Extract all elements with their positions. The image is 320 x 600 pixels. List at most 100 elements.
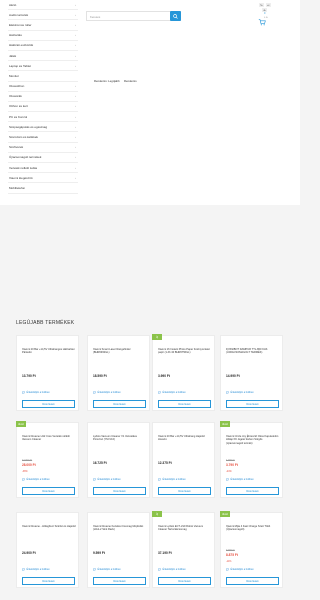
chevron-right-icon: › bbox=[75, 12, 76, 17]
chat-icon bbox=[158, 568, 161, 571]
details-button[interactable]: Részletek bbox=[22, 487, 75, 495]
chat-icon bbox=[158, 478, 161, 481]
lang-hu[interactable]: hu bbox=[259, 3, 264, 7]
sidebar-item[interactable]: Vezeték nélküli tudás › bbox=[8, 163, 78, 174]
sidebar-item[interactable]: Hálózati eszközök › bbox=[8, 41, 78, 51]
details-button[interactable]: Részletek bbox=[158, 577, 211, 585]
sidebar-item[interactable]: Akció › bbox=[8, 0, 78, 11]
details-button[interactable]: Részletek bbox=[22, 577, 75, 585]
details-button[interactable]: Részletek bbox=[93, 400, 146, 408]
chat-icon bbox=[93, 568, 96, 571]
availability-text: Érdeklődjön a boltban bbox=[230, 478, 254, 481]
product-card[interactable]: Akció Xiaomi Mijia 4 Fast Charge Szett Tö… bbox=[220, 511, 283, 588]
product-name[interactable]: Xiaomi Mijia 4 Fast Charge Szett Töltő (… bbox=[226, 525, 280, 532]
sidebar-item[interactable]: Szerszám és kellékek › bbox=[8, 132, 78, 143]
product-name[interactable]: FOSSIBOT DAMPUR TTL-800 KAS (ÚJRACSOMAGO… bbox=[226, 348, 280, 355]
product-badge: Új bbox=[152, 511, 162, 517]
product-old-price: 9.990 Ft bbox=[226, 549, 235, 552]
sidebar-item[interactable]: Okosotthon › bbox=[8, 82, 78, 92]
sidebar-item[interactable]: PC és Konzol › bbox=[8, 112, 78, 123]
availability: Érdeklődjön a boltban bbox=[93, 568, 121, 571]
product-card[interactable]: Akció Xiaomi Dreame H12 Core Vezeték nélk… bbox=[16, 421, 79, 498]
details-button[interactable]: Részletek bbox=[22, 400, 75, 408]
product-name[interactable]: Xiaomi 20 Bar +14,5V Ultrahangos Háztart… bbox=[22, 348, 76, 355]
sidebar-item[interactable]: Otthon és kert › bbox=[8, 102, 78, 113]
product-price: 13.790 Ft bbox=[22, 374, 36, 378]
chevron-right-icon: › bbox=[75, 145, 76, 150]
details-button[interactable]: Részletek bbox=[226, 400, 279, 408]
sidebar-item[interactable]: Szoftverek › bbox=[8, 143, 78, 153]
lang-en[interactable]: en bbox=[266, 3, 271, 7]
sidebar-item-label: Vezeték nélküli tudás bbox=[9, 165, 38, 170]
product-card[interactable]: Akció Xiaomi Circle Joy Ébresztő Okos Kap… bbox=[220, 421, 283, 498]
availability-text: Érdeklődjön a boltban bbox=[162, 568, 186, 571]
product-name[interactable]: Xiaomi Smart Laser Rangefinder (BHR6393G… bbox=[93, 348, 147, 355]
sidebar-item[interactable]: Újracsomagolt termékek › bbox=[8, 153, 78, 163]
sidebar-item[interactable]: Mobiltelefon bbox=[8, 183, 78, 194]
details-button[interactable]: Részletek bbox=[226, 487, 279, 495]
details-button[interactable]: Részletek bbox=[93, 577, 146, 585]
product-price: 9.599 Ft bbox=[93, 551, 105, 555]
header-area: Akció › Audió tartozék › Elektromos roller › H… bbox=[0, 0, 300, 205]
details-button[interactable]: Részletek bbox=[158, 400, 211, 408]
details-button[interactable]: Részletek bbox=[226, 577, 279, 585]
product-badge: Akció bbox=[220, 421, 230, 427]
product-card[interactable]: Xiaomi Smart Laser Rangefinder (BHR6393G… bbox=[87, 335, 150, 411]
sidebar-item[interactable]: Háztartás › bbox=[8, 31, 78, 41]
product-old-price: 44.990 Ft bbox=[22, 459, 33, 462]
sidebar-item[interactable]: Okosórák › bbox=[8, 92, 78, 102]
product-name[interactable]: Xiaomi Circle Joy Ébresztő Okos Kaputele… bbox=[226, 435, 280, 445]
search-input[interactable]: Keresés bbox=[86, 11, 181, 21]
product-name[interactable]: Xiaomi Dreame Kezelési Csomag Mopfeltét … bbox=[93, 525, 147, 532]
sidebar-item-label: Monitor bbox=[9, 73, 20, 78]
product-discount: -11% bbox=[226, 560, 232, 563]
availability: Érdeklődjön a boltban bbox=[93, 478, 121, 481]
product-card[interactable]: Új Xiaomi 16 Instant Photo Paper Fotónyom… bbox=[152, 334, 215, 411]
details-button[interactable]: Részletek bbox=[158, 487, 211, 495]
sidebar-item-label: Akció bbox=[9, 2, 17, 7]
chevron-right-icon: › bbox=[75, 135, 76, 140]
sidebar-item-label: Elektromos roller bbox=[9, 22, 32, 27]
sidebar-item-label: Okosotthon bbox=[9, 84, 25, 89]
product-name[interactable]: Lydsto Vacuum Cleaner V1 Vezetékes Porsz… bbox=[93, 435, 147, 442]
sidebar-item[interactable]: Játék › bbox=[8, 51, 78, 62]
details-button[interactable]: Részletek bbox=[93, 487, 146, 495]
sidebar-item[interactable]: Monitor bbox=[8, 71, 78, 82]
category-sidebar: Akció › Audió tartozék › Elektromos roller › H… bbox=[8, 0, 78, 194]
sort-label[interactable]: Rendezés: Legújabb bbox=[94, 79, 120, 84]
product-card[interactable]: Xiaomi Dreame Kezelési Csomag Mopfeltét … bbox=[87, 512, 150, 588]
product-name[interactable]: Xiaomi Dreame H12 Core Vezeték nélküli V… bbox=[22, 435, 76, 442]
chevron-right-icon: › bbox=[75, 165, 76, 170]
chevron-right-icon: › bbox=[75, 114, 76, 119]
product-card[interactable]: Új Xiaomi Lydsto ECT-LS9 Robot Vacuum Cle… bbox=[152, 511, 215, 588]
availability: Érdeklődjön a boltban bbox=[22, 391, 50, 394]
search-icon bbox=[173, 13, 178, 19]
product-card[interactable]: Xiaomi 20 Bar +14,5V Ultrahangos Háztart… bbox=[16, 335, 79, 411]
sidebar-item[interactable]: Elektromos roller › bbox=[8, 20, 78, 31]
product-card[interactable]: FOSSIBOT DAMPUR TTL-800 KAS (ÚJRACSOMAGO… bbox=[220, 335, 283, 411]
cart-icon bbox=[258, 19, 266, 26]
search-button[interactable] bbox=[170, 11, 181, 21]
product-name[interactable]: Xiaomi Lydsto ECT-LS9 Robot Vacuum Clean… bbox=[158, 525, 212, 532]
chevron-right-icon: › bbox=[75, 43, 76, 48]
sidebar-item[interactable]: Laptop és Tablet › bbox=[8, 61, 78, 72]
sidebar-item[interactable]: Xiaomi kiegészítő › bbox=[8, 173, 78, 184]
product-name[interactable]: Xiaomi 20 Bar +14,5V Ultrahang Hajsütő H… bbox=[158, 435, 212, 442]
sidebar-item[interactable]: Szépségápolás és egészség › bbox=[8, 122, 78, 133]
product-card[interactable]: Lydsto Vacuum Cleaner V1 Vezetékes Porsz… bbox=[87, 422, 150, 498]
availability-text: Érdeklődjön a boltban bbox=[26, 391, 50, 394]
sidebar-item[interactable]: Audió tartozék › bbox=[8, 10, 78, 21]
product-badge: Akció bbox=[16, 421, 26, 427]
chevron-right-icon: › bbox=[75, 84, 76, 89]
sidebar-item-label: Szoftverek bbox=[9, 145, 24, 150]
product-sale-price: 3.790 Ft bbox=[226, 463, 238, 467]
product-badge: Akció bbox=[220, 511, 230, 517]
product-name[interactable]: Xiaomi 16 Instant Photo Paper Fotónyomta… bbox=[158, 348, 212, 355]
availability: Érdeklődjön a boltban bbox=[22, 568, 50, 571]
product-card[interactable]: Xiaomi 20 Bar +14,5V Ultrahang Hajsütő H… bbox=[152, 422, 215, 498]
product-card[interactable]: Xiaomi Dreame - Hőlégfúvó Szárító és Haj… bbox=[16, 512, 79, 588]
sort-button[interactable]: Rendezés bbox=[124, 79, 137, 84]
chat-icon bbox=[93, 391, 96, 394]
chat-icon bbox=[22, 391, 25, 394]
product-name[interactable]: Xiaomi Dreame - Hőlégfúvó Szárító és Haj… bbox=[22, 525, 76, 528]
